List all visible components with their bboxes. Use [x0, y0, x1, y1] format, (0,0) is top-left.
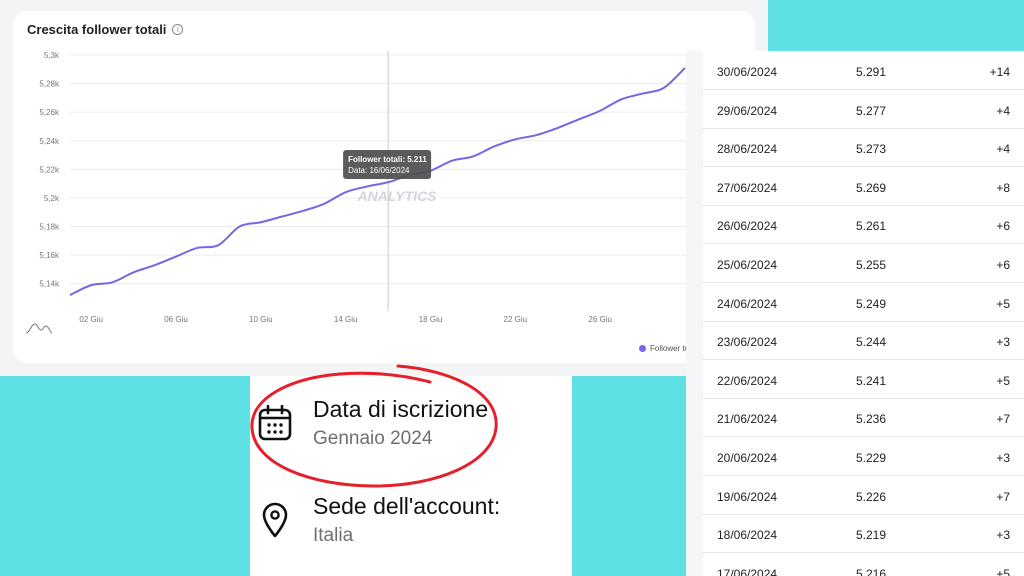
chart-title-row: Crescita follower totali i [27, 22, 184, 37]
row-diff: +5 [996, 566, 1010, 576]
row-value: 5.249 [856, 296, 887, 311]
y-tick-label: 5,16k [39, 251, 60, 260]
account-info-panel: Data di iscrizione Gennaio 2024 Sede del… [250, 364, 572, 576]
row-value: 5.216 [856, 566, 887, 576]
row-value: 5.261 [856, 219, 887, 234]
row-value: 5.273 [856, 142, 887, 157]
row-value: 5.255 [856, 258, 887, 272]
row-diff: +8 [996, 180, 1010, 195]
row-diff: +3 [996, 451, 1010, 465]
tooltip-line1: Follower totali: 5.211 [348, 155, 427, 164]
row-date: 27/06/2024 [717, 180, 778, 195]
y-tick-label: 5,22k [39, 165, 60, 174]
row-diff: +5 [996, 373, 1010, 388]
row-date: 19/06/2024 [717, 489, 778, 504]
row-date: 18/06/2024 [717, 528, 778, 543]
row-date: 22/06/2024 [717, 373, 778, 388]
chart-title: Crescita follower totali [27, 22, 167, 37]
table-body: 30/06/2024 5.291 +14 29/06/2024 5.277 +4 28/06… [703, 51, 1024, 576]
row-date: 23/06/2024 [717, 335, 778, 350]
table-row: 17/06/2024 5.216 +5 [703, 553, 1024, 576]
legend-swatch [639, 345, 646, 352]
row-diff: +3 [996, 528, 1010, 543]
table-row: 29/06/2024 5.277 +4 [703, 90, 1024, 129]
y-tick-label: 5,28k [39, 80, 60, 89]
x-tick-label: 18 Giu [419, 315, 443, 324]
x-tick-label: 02 Giu [79, 315, 103, 324]
row-value: 5.229 [856, 451, 887, 465]
tooltip-line2: Data: 16/06/2024 [348, 166, 410, 175]
info-icon[interactable]: i [172, 24, 184, 35]
table-row: 30/06/2024 5.291 +14 [703, 51, 1024, 90]
row-date: 29/06/2024 [717, 103, 778, 118]
follower-growth-chart: 5,3k 5,28k 5,26k 5,24k 5,22k 5,2k 5,18k 5,16k 5,… [39, 51, 755, 324]
y-tick-label: 5,18k [39, 223, 60, 232]
row-date: 24/06/2024 [717, 296, 778, 311]
row-date: 25/06/2024 [717, 258, 778, 272]
table-row: 19/06/2024 5.226 +7 [703, 476, 1024, 515]
daily-followers-table: 30/06/2024 5.291 +14 29/06/2024 5.277 +4 28/06… [686, 51, 1024, 576]
follower-growth-card: 5,3k 5,28k 5,26k 5,24k 5,22k 5,2k 5,18k 5,16k 5,… [13, 11, 755, 363]
row-diff: +4 [996, 142, 1010, 157]
y-tick-label: 5,3k [44, 51, 60, 60]
row-date: 20/06/2024 [717, 451, 778, 465]
row-value: 5.236 [856, 412, 887, 427]
mini-chart-icon[interactable] [25, 321, 53, 335]
chart-legend[interactable]: Follower to [639, 344, 689, 353]
account-location-value: Italia [313, 525, 354, 546]
row-value: 5.241 [856, 373, 887, 388]
location-pin-icon [262, 502, 288, 538]
table-row: 24/06/2024 5.249 +5 [703, 283, 1024, 322]
row-date: 21/06/2024 [717, 412, 778, 427]
y-tick-label: 5,14k [39, 280, 60, 289]
x-tick-label: 14 Giu [334, 315, 358, 324]
row-value: 5.277 [856, 103, 887, 118]
row-diff: +6 [996, 258, 1010, 272]
x-tick-label: 22 Giu [504, 315, 528, 324]
x-tick-label: 10 Giu [249, 315, 273, 324]
table-row: 18/06/2024 5.219 +3 [703, 514, 1024, 554]
row-date: 26/06/2024 [717, 219, 778, 234]
row-diff: +14 [989, 65, 1010, 79]
y-tick-label: 5,26k [39, 108, 60, 117]
row-diff: +4 [996, 103, 1010, 118]
table-row: 23/06/2024 5.244 +3 [703, 321, 1024, 361]
row-value: 5.244 [856, 335, 887, 350]
y-tick-label: 5,24k [39, 137, 60, 146]
row-diff: +6 [996, 219, 1010, 234]
row-value: 5.269 [856, 180, 887, 195]
table-row: 25/06/2024 5.255 +6 [703, 244, 1024, 283]
legend-label: Follower to [650, 344, 690, 353]
watermark-text: ANALYTICS [356, 188, 437, 204]
table-row: 21/06/2024 5.236 +7 [703, 398, 1024, 438]
row-value: 5.219 [856, 528, 887, 543]
row-date: 30/06/2024 [717, 65, 778, 79]
row-diff: +7 [996, 489, 1010, 504]
row-diff: +3 [996, 335, 1010, 350]
x-tick-label: 06 Giu [164, 315, 188, 324]
table-row: 28/06/2024 5.273 +4 [703, 128, 1024, 168]
table-row: 20/06/2024 5.229 +3 [703, 437, 1024, 476]
account-location-label: Sede dell'account: [313, 493, 501, 519]
red-highlight-circle [250, 364, 498, 488]
row-diff: +5 [996, 296, 1010, 311]
row-diff: +7 [996, 412, 1010, 427]
x-tick-label: 26 Giu [588, 315, 612, 324]
table-row: 22/06/2024 5.241 +5 [703, 360, 1024, 399]
table-row: 27/06/2024 5.269 +8 [703, 167, 1024, 206]
y-tick-label: 5,2k [44, 194, 60, 203]
row-value: 5.291 [856, 65, 887, 79]
row-date: 17/06/2024 [717, 566, 778, 576]
row-value: 5.226 [856, 489, 887, 504]
row-date: 28/06/2024 [717, 142, 778, 157]
table-row: 26/06/2024 5.261 +6 [703, 205, 1024, 245]
series-line-follower-totali [69, 67, 686, 297]
chart-tooltip: Follower totali: 5.211 Data: 16/06/2024 [343, 150, 432, 179]
